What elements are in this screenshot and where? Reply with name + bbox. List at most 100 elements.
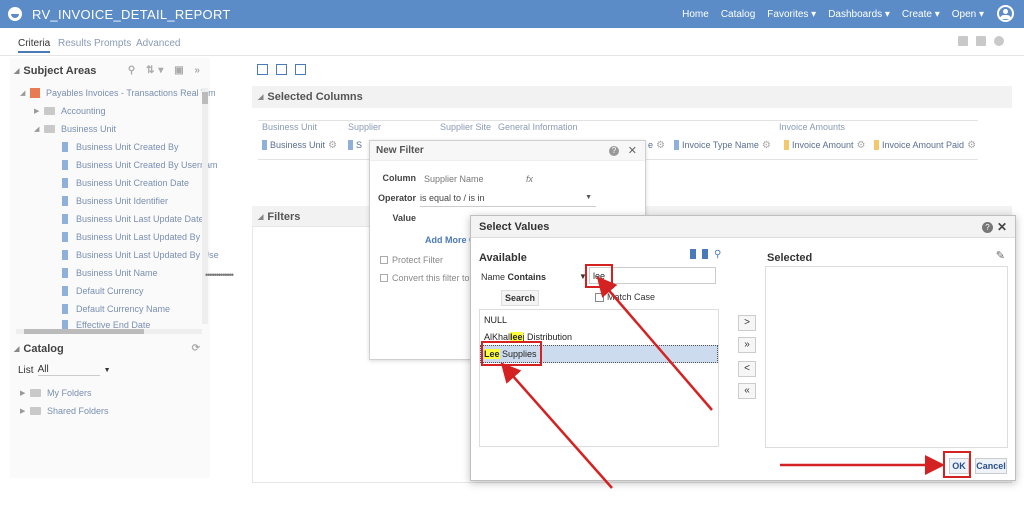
protect-filter-checkbox[interactable]: Protect Filter bbox=[380, 255, 443, 265]
remove-button[interactable]: < bbox=[738, 361, 756, 377]
column-chip-partial[interactable]: e ⚙ bbox=[648, 138, 665, 152]
column-chip-business-unit[interactable]: Business Unit ⚙ bbox=[262, 138, 337, 152]
column-item[interactable]: Business Unit Created By Usernam bbox=[62, 160, 218, 170]
tab-criteria[interactable]: Criteria bbox=[18, 38, 51, 53]
editor-tabs: Criteria Results Prompts Advanced bbox=[0, 28, 1024, 56]
catalog-list-select[interactable]: All bbox=[37, 364, 100, 376]
expand-icon[interactable]: ▶ bbox=[20, 389, 30, 397]
column-item[interactable]: Default Currency Name bbox=[62, 304, 170, 314]
subject-areas-tools[interactable]: ⚲ ⇅▾ ▣ » bbox=[128, 65, 204, 76]
selected-values-list[interactable] bbox=[765, 266, 1008, 448]
catalog-header[interactable]: ◢ Catalog ⟳ bbox=[10, 338, 210, 360]
nav-open[interactable]: Open ▾ bbox=[952, 9, 984, 20]
column-item[interactable]: Business Unit Name bbox=[62, 268, 158, 278]
column-chip-invoice-amount[interactable]: Invoice Amount ⚙ bbox=[784, 138, 866, 152]
collapse-icon[interactable]: ◢ bbox=[14, 345, 19, 353]
search-icon[interactable]: ⚲ bbox=[714, 249, 721, 260]
add-more-options-link[interactable]: Add More O bbox=[425, 235, 476, 245]
available-values-list[interactable]: NULL AlKhalleej Distribution Lee Supplie… bbox=[479, 309, 719, 447]
list-view-icon[interactable] bbox=[690, 249, 696, 259]
column-item[interactable]: Business Unit Creation Date bbox=[62, 178, 189, 188]
chevron-down-icon[interactable]: ▼ bbox=[585, 194, 592, 201]
match-case-checkbox[interactable]: Match Case bbox=[595, 292, 655, 302]
column-item[interactable]: Business Unit Last Updated By bbox=[62, 232, 200, 242]
scroll-thumb[interactable] bbox=[202, 92, 208, 104]
gear-icon[interactable]: ⚙ bbox=[762, 140, 771, 151]
collapse-icon[interactable]: ◢ bbox=[20, 89, 30, 97]
collapse-icon[interactable]: ◢ bbox=[34, 125, 44, 133]
column-item[interactable]: Business Unit Created By bbox=[62, 142, 179, 152]
horizontal-scrollbar[interactable] bbox=[16, 329, 202, 334]
gear-icon[interactable]: ⚙ bbox=[656, 140, 665, 151]
operator-select[interactable]: is equal to / is in ▼ bbox=[420, 193, 596, 207]
help-icon[interactable] bbox=[994, 36, 1004, 46]
column-item[interactable]: Business Unit Last Update Date bbox=[62, 214, 204, 224]
column-view-icon[interactable] bbox=[702, 249, 708, 259]
column-icon bbox=[62, 268, 68, 278]
checkbox-icon[interactable] bbox=[380, 274, 388, 282]
save-as-icon[interactable] bbox=[976, 36, 986, 46]
help-icon[interactable]: ? bbox=[982, 222, 993, 233]
catalog-tools[interactable]: ⟳ bbox=[192, 343, 204, 354]
filter-tool-icon[interactable] bbox=[257, 64, 268, 75]
gear-icon[interactable]: ⚙ bbox=[857, 140, 866, 151]
nav-create[interactable]: Create ▾ bbox=[902, 9, 940, 20]
search-button[interactable]: Search bbox=[501, 290, 539, 306]
save-icon[interactable] bbox=[958, 36, 968, 46]
column-chip-invoice-type-name[interactable]: Invoice Type Name ⚙ bbox=[674, 138, 771, 152]
cancel-button[interactable]: Cancel bbox=[975, 458, 1007, 474]
column-icon bbox=[62, 304, 68, 314]
column-item[interactable]: Default Currency bbox=[62, 286, 144, 296]
checkbox-icon[interactable] bbox=[380, 256, 388, 264]
edit-tool-icon[interactable] bbox=[276, 64, 287, 75]
column-item[interactable]: Business Unit Last Updated By Use bbox=[62, 250, 219, 260]
selected-columns-header[interactable]: ◢ Selected Columns bbox=[252, 86, 1012, 108]
help-icon[interactable]: ? bbox=[609, 146, 619, 156]
catalog-list-filter[interactable]: List All ▼ bbox=[18, 364, 111, 376]
group-general-information: General Information bbox=[498, 122, 578, 132]
tree-item-shared-folders[interactable]: ▶ Shared Folders bbox=[20, 406, 109, 416]
vertical-scrollbar[interactable] bbox=[202, 88, 208, 324]
move-all-button[interactable]: » bbox=[738, 337, 756, 353]
chevron-down-icon[interactable]: ▼ bbox=[104, 367, 111, 374]
name-match-select[interactable]: Name Contains bbox=[481, 272, 546, 282]
remove-all-button[interactable]: « bbox=[738, 383, 756, 399]
user-icon[interactable] bbox=[997, 5, 1014, 22]
close-icon[interactable]: ✕ bbox=[997, 220, 1007, 234]
tab-prompts[interactable]: Prompts bbox=[94, 38, 131, 49]
checkbox-icon[interactable] bbox=[595, 292, 604, 302]
tree-item-my-folders[interactable]: ▶ My Folders bbox=[20, 388, 92, 398]
collapse-icon[interactable]: ◢ bbox=[14, 67, 19, 75]
list-item[interactable]: NULL bbox=[484, 315, 507, 325]
panel-splitter[interactable]: ••••••••••••• bbox=[205, 270, 234, 280]
expand-icon[interactable]: ▶ bbox=[34, 107, 44, 115]
annotation-box-search bbox=[585, 264, 613, 288]
formula-tool-icon[interactable] bbox=[295, 64, 306, 75]
nav-catalog[interactable]: Catalog bbox=[721, 9, 755, 20]
folder-icon bbox=[44, 107, 55, 115]
column-item[interactable]: Business Unit Identifier bbox=[62, 196, 168, 206]
gear-icon[interactable]: ⚙ bbox=[328, 140, 337, 151]
tree-item-business-unit[interactable]: ◢ Business Unit bbox=[34, 124, 116, 134]
expand-icon[interactable]: ▶ bbox=[20, 407, 30, 415]
nav-favorites[interactable]: Favorites ▾ bbox=[767, 9, 816, 20]
move-button[interactable]: > bbox=[738, 315, 756, 331]
tab-advanced[interactable]: Advanced bbox=[136, 38, 180, 49]
fx-icon[interactable]: fx bbox=[526, 174, 533, 184]
tree-item-root[interactable]: ◢ Payables Invoices - Transactions Real … bbox=[20, 88, 216, 98]
nav-dashboards[interactable]: Dashboards ▾ bbox=[828, 9, 890, 20]
column-icon bbox=[62, 160, 68, 170]
gear-icon[interactable]: ⚙ bbox=[967, 140, 976, 151]
convert-filter-checkbox[interactable]: Convert this filter to SC bbox=[380, 273, 485, 283]
subject-areas-header[interactable]: ◢ Subject Areas ⚲ ⇅▾ ▣ » bbox=[10, 60, 210, 82]
column-chip-supplier[interactable]: S bbox=[348, 138, 362, 152]
tree-item-accounting[interactable]: ▶ Accounting bbox=[34, 106, 106, 116]
tab-results[interactable]: Results bbox=[58, 38, 91, 49]
collapse-icon[interactable]: ◢ bbox=[258, 213, 263, 221]
scroll-thumb[interactable] bbox=[24, 329, 144, 334]
pencil-icon[interactable]: ✎ bbox=[996, 249, 1005, 262]
nav-home[interactable]: Home bbox=[682, 9, 709, 20]
column-chip-invoice-amount-paid[interactable]: Invoice Amount Paid ⚙ bbox=[874, 138, 976, 152]
close-icon[interactable]: ✕ bbox=[628, 144, 637, 157]
collapse-icon[interactable]: ◢ bbox=[258, 93, 263, 101]
